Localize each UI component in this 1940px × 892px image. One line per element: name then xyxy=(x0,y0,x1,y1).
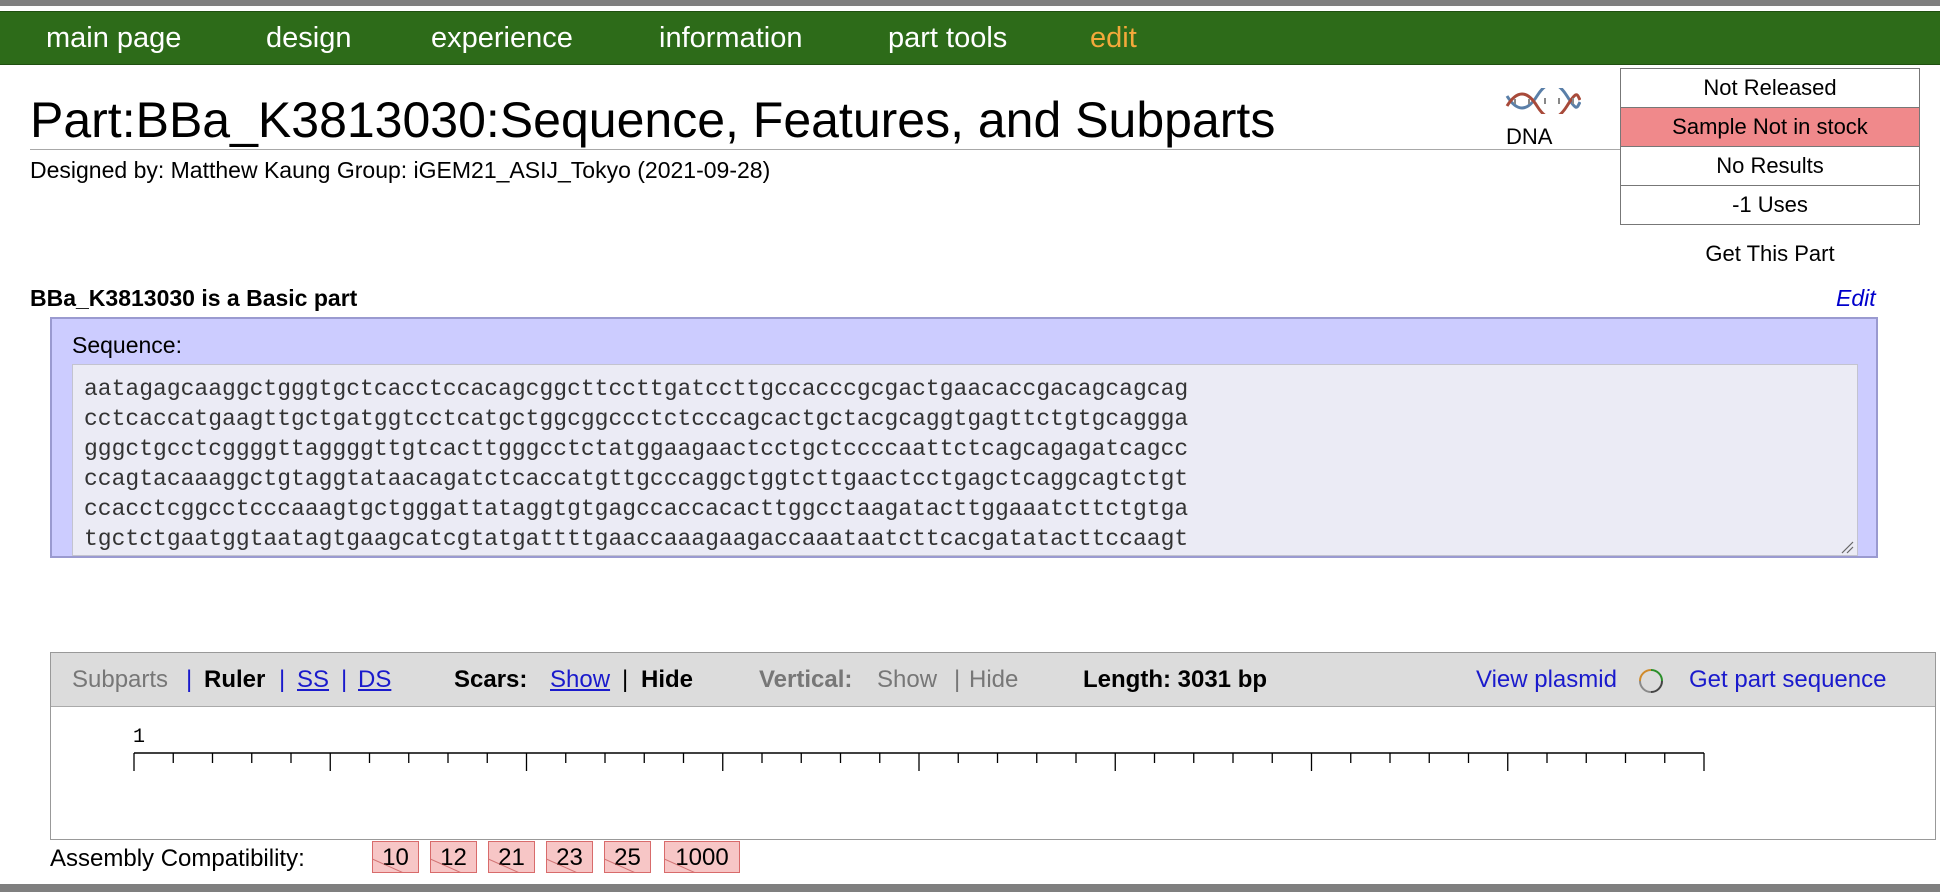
ruler-start-label: 1 xyxy=(133,726,145,749)
sequence-panel: Sequence: aatagagcaaggctgggtgctcacctccac… xyxy=(50,317,1878,558)
assembly-badge-25: 25 xyxy=(604,841,651,873)
edit-link[interactable]: Edit xyxy=(1836,283,1876,313)
separator: | xyxy=(279,666,286,693)
results-status: No Results xyxy=(1620,147,1920,186)
view-plasmid-link[interactable]: View plasmid xyxy=(1476,653,1617,707)
part-heading: BBa_K3813030 is a Basic part xyxy=(30,285,358,311)
get-part-sequence-link[interactable]: Get part sequence xyxy=(1689,653,1886,707)
ds-option-link[interactable]: DS xyxy=(358,653,391,707)
sequence-viewer: Subparts | Ruler | SS | DS Scars: Show |… xyxy=(50,652,1936,840)
nav-experience[interactable]: experience xyxy=(431,12,573,64)
bottom-border xyxy=(0,884,1940,892)
assembly-compatibility-label: Assembly Compatibility: xyxy=(50,845,305,872)
nav-edit[interactable]: edit xyxy=(1090,12,1137,64)
vertical-hide-option[interactable]: Hide xyxy=(969,653,1018,707)
plasmid-circle-icon[interactable] xyxy=(1638,668,1664,694)
separator: | xyxy=(186,666,193,693)
assembly-badge-1000: 1000 xyxy=(664,841,740,873)
nav-part-tools[interactable]: part tools xyxy=(888,12,1007,64)
top-nav-bar: main page design experience information … xyxy=(0,11,1940,65)
assembly-badge-23: 23 xyxy=(546,841,593,873)
sequence-ruler: 1 xyxy=(133,726,1705,771)
sequence-textarea[interactable]: aatagagcaaggctgggtgctcacctccacagcggcttcc… xyxy=(72,364,1858,556)
sequence-length: Length: 3031 bp xyxy=(1083,666,1268,693)
scars-label: Scars: xyxy=(454,666,528,693)
part-type-label: DNA xyxy=(1506,124,1553,149)
designer-info: Designed by: Matthew Kaung Group: iGEM21… xyxy=(30,157,771,183)
resize-grip-icon[interactable] xyxy=(1840,540,1854,554)
assembly-badge-21: 21 xyxy=(488,841,535,873)
nav-information[interactable]: information xyxy=(659,12,802,64)
viewer-toolbar: Subparts | Ruler | SS | DS Scars: Show |… xyxy=(51,653,1935,707)
top-border xyxy=(0,0,1940,6)
ss-option-link[interactable]: SS xyxy=(297,653,329,707)
separator: | xyxy=(954,666,961,693)
assembly-badge-12: 12 xyxy=(430,841,477,873)
get-this-part-link[interactable]: Get This Part xyxy=(1620,240,1920,268)
sample-status: Sample Not in stock xyxy=(1620,108,1920,147)
release-status: Not Released xyxy=(1620,68,1920,108)
title-divider xyxy=(30,149,1620,150)
subparts-option[interactable]: Subparts xyxy=(72,653,168,707)
vertical-show-option[interactable]: Show xyxy=(877,653,937,707)
part-status-box: Not Released Sample Not in stock No Resu… xyxy=(1620,68,1920,225)
dna-helix-icon xyxy=(1505,88,1581,114)
ruler-option[interactable]: Ruler xyxy=(204,653,265,707)
sequence-label: Sequence: xyxy=(72,332,182,358)
page-title: Part:BBa_K3813030:Sequence, Features, an… xyxy=(30,92,1276,148)
assembly-badge-10: 10 xyxy=(372,841,419,873)
scars-hide-option[interactable]: Hide xyxy=(641,653,693,707)
uses-count: -1 Uses xyxy=(1620,186,1920,225)
nav-main-page[interactable]: main page xyxy=(46,12,181,64)
separator: | xyxy=(341,666,348,693)
separator: | xyxy=(622,666,629,693)
vertical-label: Vertical: xyxy=(759,666,853,693)
scars-show-link[interactable]: Show xyxy=(550,653,610,707)
nav-design[interactable]: design xyxy=(266,12,351,64)
